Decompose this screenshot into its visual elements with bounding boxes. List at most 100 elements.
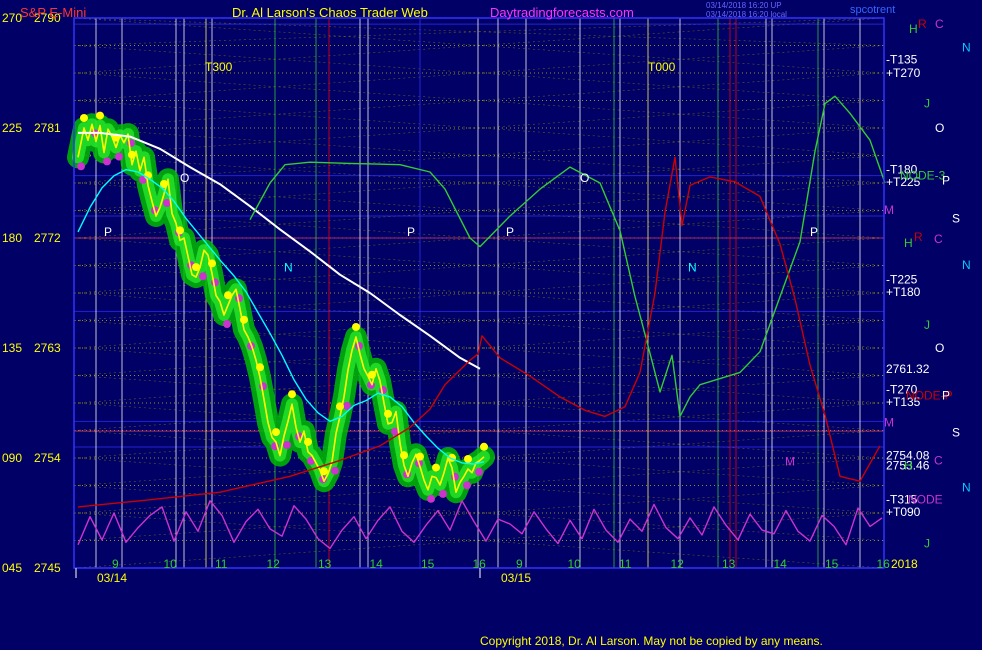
planet-label: C <box>935 17 944 31</box>
x-hour-label: 10 <box>568 557 582 571</box>
chart-annotation: M <box>785 455 795 469</box>
y-price-label: 2772 <box>34 231 61 245</box>
x-hour-label: 9 <box>112 557 119 571</box>
chaos-trader-web-chart: 270 2790225 2781180 2772135 2763090 2754045 27… <box>2 11 971 585</box>
planet-label: P <box>942 174 950 188</box>
planet-label: N <box>962 40 971 54</box>
stamp-line-2: 03/14/2018 16:20 local <box>706 10 787 19</box>
y-angle-label: 225 <box>2 121 22 135</box>
x-hour-label: 15 <box>421 557 435 571</box>
y-angle-label: 090 <box>2 451 22 465</box>
right-level-label: +T180 <box>886 285 921 299</box>
x-hour-label: 12 <box>671 557 685 571</box>
copyright-notice: Copyright 2018, Dr. Al Larson. May not b… <box>480 634 823 648</box>
planet-label: M <box>884 416 894 430</box>
x-hour-label: 14 <box>774 557 788 571</box>
price-low-dot <box>475 467 483 476</box>
chart-annotation: N <box>284 260 293 274</box>
price-low-dot <box>379 386 387 394</box>
price-low-dot <box>439 489 447 498</box>
price-low-dot <box>331 466 339 475</box>
chart-annotation: N <box>688 260 697 274</box>
x-day-label: 03/15 <box>501 571 531 585</box>
y-angle-label: 135 <box>2 341 22 355</box>
chart-annotation: P <box>810 225 818 239</box>
chart-annotation: P <box>407 225 415 239</box>
right-level-label: 2761.32 <box>886 362 930 376</box>
x-hour-label: 12 <box>267 557 281 571</box>
x-hour-label: 13 <box>318 557 332 571</box>
right-level-label: +T090 <box>886 505 921 519</box>
planet-label: S <box>952 211 960 225</box>
chart-grid <box>73 17 885 569</box>
planet-label: N <box>962 258 971 272</box>
price-low-dot <box>223 320 231 328</box>
chart-series <box>67 95 886 550</box>
planet-label: M <box>884 203 894 217</box>
price-high-dot <box>80 114 88 122</box>
stamp-line-1: 03/14/2018 16:20 UP <box>706 1 782 10</box>
planet-label: R <box>918 17 927 31</box>
planet-label: J <box>924 537 930 551</box>
planet-label: O <box>935 341 944 355</box>
x-hour-label: 11 <box>215 557 228 571</box>
price-high-dot <box>352 323 360 331</box>
planet-label: NODE <box>908 493 943 507</box>
y-price-label: 2781 <box>34 121 61 135</box>
price-high-dot <box>96 111 104 120</box>
y-price-label: 2754 <box>34 451 61 465</box>
price-low-dot <box>103 157 111 166</box>
x-hour-label: 13 <box>722 557 736 571</box>
chart-annotation: O <box>180 171 189 185</box>
planet-label: O <box>935 121 944 135</box>
price-low-dot <box>211 278 219 287</box>
planet-label: C <box>934 453 943 467</box>
price-high-dot <box>288 390 296 399</box>
x-hour-label: 10 <box>164 557 178 571</box>
planet-label: P <box>942 389 950 403</box>
planet-label: H <box>904 236 913 250</box>
planet-label: H <box>904 458 913 472</box>
chart-annotation: T300 <box>205 60 233 74</box>
y-angle-label: 180 <box>2 231 22 245</box>
chart-annotation: P <box>506 225 514 239</box>
chart-stage: 270 2790 225 2781 180 2772 135 2763 090 2754 045 27… <box>0 0 982 650</box>
price-high-dot <box>272 428 280 437</box>
chart-annotation: O <box>580 171 589 185</box>
price-high-dot <box>480 442 488 451</box>
y-price-label: 2745 <box>34 561 61 575</box>
y-angle-label: 045 <box>2 561 22 575</box>
x-day-label: 03/14 <box>97 571 127 585</box>
x-hour-label: 11 <box>619 557 632 571</box>
price-high-dot <box>464 455 472 463</box>
x-hour-label: 15 <box>825 557 839 571</box>
price-low-dot <box>451 472 459 481</box>
price-low-dot <box>199 272 207 281</box>
site-link[interactable]: Daytradingforecasts.com <box>490 5 634 20</box>
price-low-dot <box>77 162 85 171</box>
planet-label: J <box>924 318 930 332</box>
y-price-label: 2763 <box>34 341 61 355</box>
x-hour-label: 9 <box>516 557 523 571</box>
planet-label: NODE-3 <box>900 169 946 183</box>
right-level-label: -T135 <box>886 53 918 67</box>
right-tag: spcotrent <box>850 4 896 16</box>
timestamp-stamp: 03/14/2018 16:20 UP 03/14/2018 16:20 loc… <box>706 1 787 19</box>
price-low-dot <box>427 494 435 503</box>
x-end-label: 2018 <box>891 557 918 571</box>
planet-label: H <box>909 22 918 36</box>
x-hour-label: 14 <box>370 557 384 571</box>
chart-annotation: P <box>104 225 112 239</box>
instrument-label: S&P E-Mini <box>20 5 87 20</box>
planet-label: S <box>952 425 960 439</box>
price-high-dot <box>432 463 440 472</box>
chart-annotation: T000 <box>648 60 676 74</box>
x-hour-label: 16 <box>877 557 891 571</box>
price-low-dot <box>283 441 291 449</box>
x-hour-label: 16 <box>473 557 487 571</box>
right-level-label: +T270 <box>886 66 921 80</box>
planet-label: R <box>914 230 923 244</box>
planet-label: J <box>924 97 930 111</box>
price-low-dot <box>259 382 267 391</box>
planet-label: C <box>934 232 943 246</box>
